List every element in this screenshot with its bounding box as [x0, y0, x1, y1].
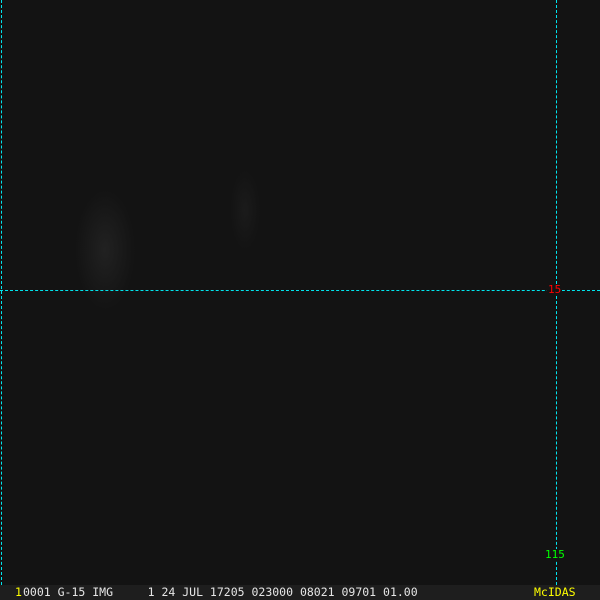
- longitude-label: 115: [544, 548, 566, 561]
- mcidas-brand: McIDAS: [534, 585, 576, 599]
- latitude-label: 15: [547, 283, 563, 296]
- satellite-image: [0, 0, 600, 585]
- status-bar: 1 0001 G-15 IMG 1 24 JUL 17205 023000 08…: [0, 585, 600, 600]
- frame-number: 1: [15, 585, 22, 599]
- image-info: 0001 G-15 IMG 1 24 JUL 17205 023000 0802…: [23, 585, 418, 599]
- grid-line-vertical-left: [1, 0, 2, 585]
- grid-line-latitude: [0, 290, 600, 291]
- mcidas-display: 15 115 1 0001 G-15 IMG 1 24 JUL 17205 02…: [0, 0, 600, 600]
